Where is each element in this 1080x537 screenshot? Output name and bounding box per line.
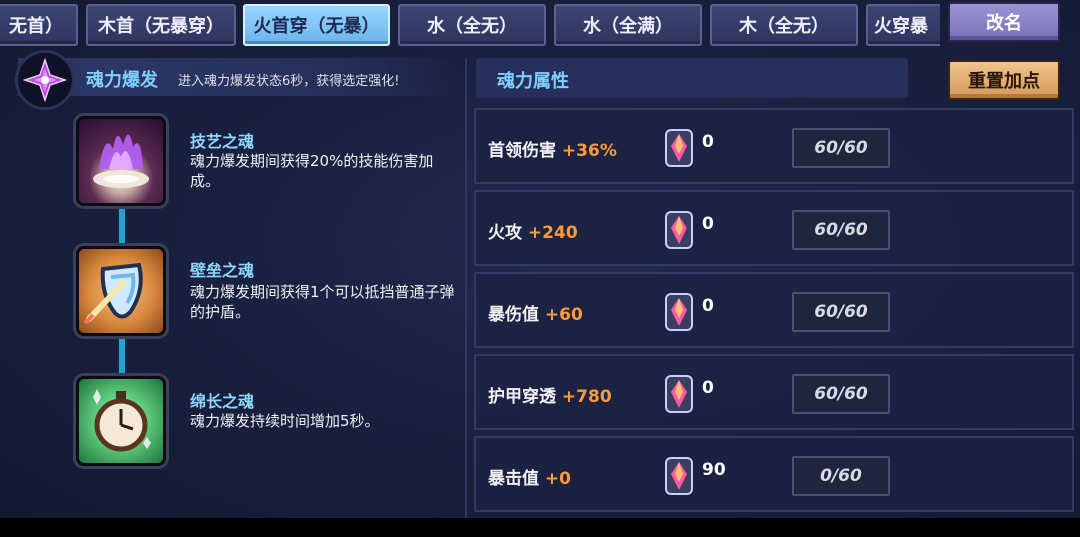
points-progress: 0/60: [792, 456, 890, 496]
tab-preset-7[interactable]: 火穿暴: [866, 4, 940, 46]
skill-description: 魂力爆发持续时间增加5秒。: [190, 412, 380, 430]
tab-label: 木（全无）: [739, 16, 829, 37]
attributes-title: 魂力属性: [497, 71, 569, 92]
letterbox-bar: [0, 518, 1080, 537]
soul-burst-title: 魂力爆发: [86, 70, 158, 91]
attribute-row[interactable]: 暴击值 +0 90 0/60: [474, 436, 1074, 512]
attribute-row[interactable]: 首领伤害 +36% 0 60/60: [474, 108, 1074, 184]
tab-preset-2[interactable]: 木首（无暴穿）: [86, 4, 236, 46]
skill-name: 壁垒之魂: [190, 261, 255, 280]
skill-description: 魂力爆发期间获得1个可以抵挡普通子弹的护盾。: [190, 283, 455, 321]
gem-count: 0: [702, 296, 714, 316]
rename-button[interactable]: 改名: [948, 2, 1060, 42]
gem-count: 0: [702, 132, 714, 152]
attribute-label: 暴击值 +0: [488, 469, 571, 489]
tab-preset-3[interactable]: 火首穿（无暴）: [243, 4, 390, 46]
tab-preset-5[interactable]: 水（全满）: [554, 4, 702, 46]
soul-burst-emblem-icon: [15, 50, 75, 110]
attribute-bonus: +60: [544, 305, 583, 325]
attribute-row[interactable]: 火攻 +240 0 60/60: [474, 190, 1074, 266]
attribute-bonus: +240: [527, 223, 578, 243]
tab-label: 火首穿（无暴）: [253, 16, 380, 37]
points-progress: 60/60: [792, 210, 890, 250]
tab-label: 水（全满）: [583, 16, 673, 37]
tab-label: 木首（无暴穿）: [98, 16, 224, 37]
attribute-row[interactable]: 护甲穿透 +780 0 60/60: [474, 354, 1074, 430]
skill-connector: [117, 206, 127, 246]
soul-burst-screen: 无首） 木首（无暴穿） 火首穿（无暴） 水（全无） 水（全满） 木（全无） 火穿…: [0, 0, 1080, 537]
attribute-label: 火攻 +240: [488, 223, 578, 243]
tab-label: 无首）: [9, 16, 63, 37]
points-progress: 60/60: [792, 128, 890, 168]
soul-burst-description: 进入魂力爆发状态6秒，获得选定强化!: [178, 74, 400, 89]
points-progress: 60/60: [792, 374, 890, 414]
tab-label: 火穿暴: [874, 16, 928, 37]
skill-description: 魂力爆发期间获得20%的技能伤害加成。: [190, 152, 434, 190]
attribute-label: 护甲穿透 +780: [488, 387, 612, 407]
soul-gem-icon: [665, 293, 693, 331]
soul-gem-icon: [665, 375, 693, 413]
attribute-label: 暴伤值 +60: [488, 305, 583, 325]
shield-icon[interactable]: [76, 246, 166, 336]
points-progress: 60/60: [792, 292, 890, 332]
stopwatch-icon[interactable]: [76, 376, 166, 466]
attribute-bonus: +780: [561, 387, 612, 407]
attribute-bonus: +36%: [561, 141, 617, 161]
soul-gem-icon: [665, 457, 693, 495]
gem-count: 0: [702, 214, 714, 234]
skill-connector: [117, 336, 127, 376]
panel-divider: [465, 58, 467, 520]
reset-points-button[interactable]: 重置加点: [948, 60, 1060, 100]
soul-gem-icon: [665, 211, 693, 249]
tab-label: 水（全无）: [427, 16, 517, 37]
skill-name: 技艺之魂: [190, 132, 255, 151]
purple-flame-hand-icon[interactable]: [76, 116, 166, 206]
attribute-row[interactable]: 暴伤值 +60 0 60/60: [474, 272, 1074, 348]
attribute-bonus: +0: [544, 469, 571, 489]
soul-gem-icon: [665, 129, 693, 167]
skill-name: 绵长之魂: [190, 392, 255, 411]
tab-preset-1[interactable]: 无首）: [0, 4, 78, 46]
gem-count: 90: [702, 460, 726, 480]
attribute-label: 首领伤害 +36%: [488, 141, 617, 161]
gem-count: 0: [702, 378, 714, 398]
tab-preset-6[interactable]: 木（全无）: [710, 4, 858, 46]
tab-preset-4[interactable]: 水（全无）: [398, 4, 546, 46]
preset-tabs: 无首） 木首（无暴穿） 火首穿（无暴） 水（全无） 水（全满） 木（全无） 火穿…: [0, 0, 940, 48]
